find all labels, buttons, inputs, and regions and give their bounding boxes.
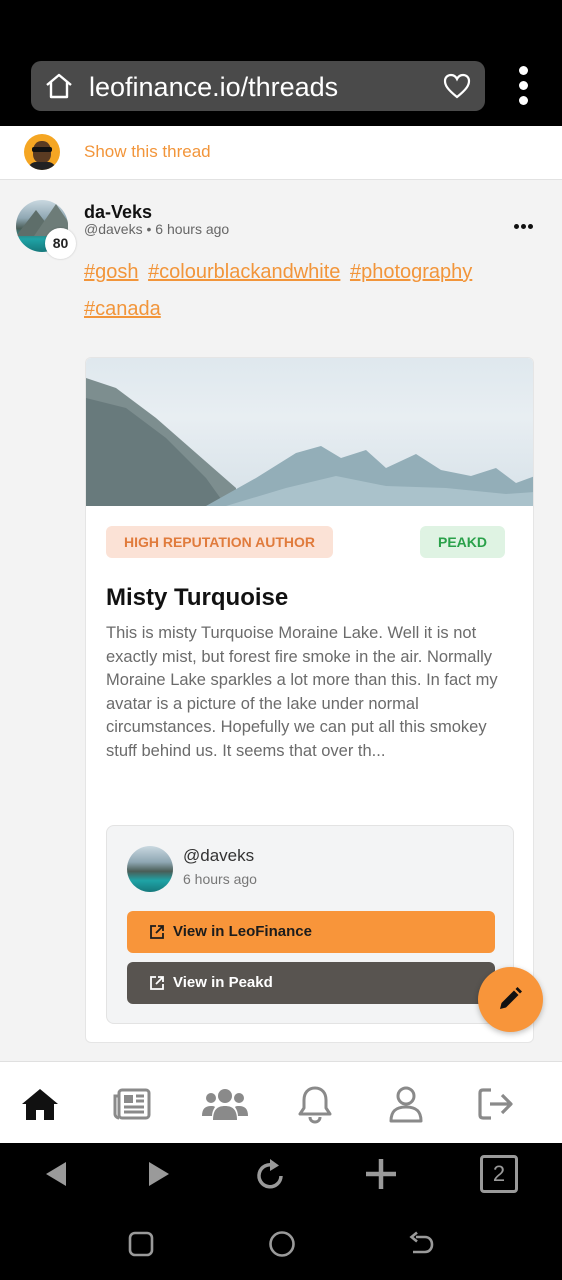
preview-image[interactable] <box>86 358 533 506</box>
card-author-box: @daveks 6 hours ago View in LeoFinance V… <box>106 825 514 1024</box>
avatar <box>24 134 60 170</box>
newspaper-icon[interactable] <box>112 1084 152 1124</box>
tab-switcher-button[interactable]: 2 <box>480 1155 518 1193</box>
post-time: 6 hours ago <box>155 221 230 237</box>
hashtag-link[interactable]: #gosh <box>84 261 139 283</box>
forward-arrow-icon[interactable] <box>147 1161 171 1187</box>
hashtag-link[interactable]: #colourblackandwhite <box>148 261 340 283</box>
show-thread-link[interactable]: Show this thread <box>84 142 211 162</box>
author-name[interactable]: da-Veks <box>84 202 152 223</box>
link-preview-card[interactable]: HIGH REPUTATION AUTHOR PEAKD Misty Turqu… <box>85 357 534 1043</box>
reload-icon[interactable] <box>254 1158 286 1192</box>
home-icon[interactable] <box>45 73 73 99</box>
card-excerpt: This is misty Turquoise Moraine Lake. We… <box>106 624 498 760</box>
meta-separator: • <box>146 221 152 237</box>
home-circle-icon[interactable] <box>268 1230 296 1258</box>
hashtag-list: #gosh #colourblackandwhite #photography … <box>84 254 544 328</box>
view-in-peakd-button[interactable]: View in Peakd <box>127 962 495 1004</box>
browser-menu-icon[interactable] <box>514 66 532 108</box>
author-handle[interactable]: @daveks <box>84 221 143 237</box>
heart-icon[interactable] <box>443 72 471 100</box>
reputation-badge: 80 <box>45 228 76 259</box>
external-link-icon <box>150 925 164 939</box>
author-meta: @daveks • 6 hours ago <box>84 221 229 237</box>
recents-icon[interactable] <box>128 1231 154 1257</box>
system-back-icon[interactable] <box>408 1231 434 1257</box>
compose-button[interactable] <box>478 967 543 1032</box>
bell-icon[interactable] <box>295 1084 335 1124</box>
hashtag-link[interactable]: #photography <box>350 261 472 283</box>
home-icon[interactable] <box>20 1084 60 1124</box>
high-reputation-badge: HIGH REPUTATION AUTHOR <box>106 526 333 558</box>
show-thread-row[interactable]: Show this thread <box>0 126 562 180</box>
system-navigation: 2 <box>0 1143 562 1280</box>
logout-icon[interactable] <box>476 1084 516 1124</box>
card-time: 6 hours ago <box>183 871 257 887</box>
more-options-icon[interactable] <box>514 216 536 229</box>
browser-toolbar: leofinance.io/threads <box>0 0 562 126</box>
profile-icon[interactable] <box>386 1084 426 1124</box>
thread-post: 80 da-Veks @daveks • 6 hours ago #gosh #… <box>0 182 562 1061</box>
view-in-leofinance-button[interactable]: View in LeoFinance <box>127 911 495 953</box>
app-bottom-nav <box>0 1061 562 1143</box>
card-title[interactable]: Misty Turquoise <box>106 584 288 612</box>
source-badge: PEAKD <box>420 526 505 558</box>
url-text[interactable]: leofinance.io/threads <box>89 72 338 103</box>
external-link-icon <box>150 976 164 990</box>
view-in-leofinance-label: View in LeoFinance <box>173 923 312 940</box>
avatar <box>127 846 173 892</box>
address-bar[interactable]: leofinance.io/threads <box>31 61 485 111</box>
new-tab-icon[interactable] <box>365 1158 397 1190</box>
card-author-handle[interactable]: @daveks <box>183 846 254 866</box>
hashtag-link[interactable]: #canada <box>84 298 161 320</box>
users-icon[interactable] <box>202 1084 248 1124</box>
view-in-peakd-label: View in Peakd <box>173 974 273 991</box>
pencil-icon <box>500 987 522 1009</box>
page-content: Show this thread 80 da-Veks @daveks • 6 … <box>0 126 562 1061</box>
back-arrow-icon[interactable] <box>44 1161 68 1187</box>
